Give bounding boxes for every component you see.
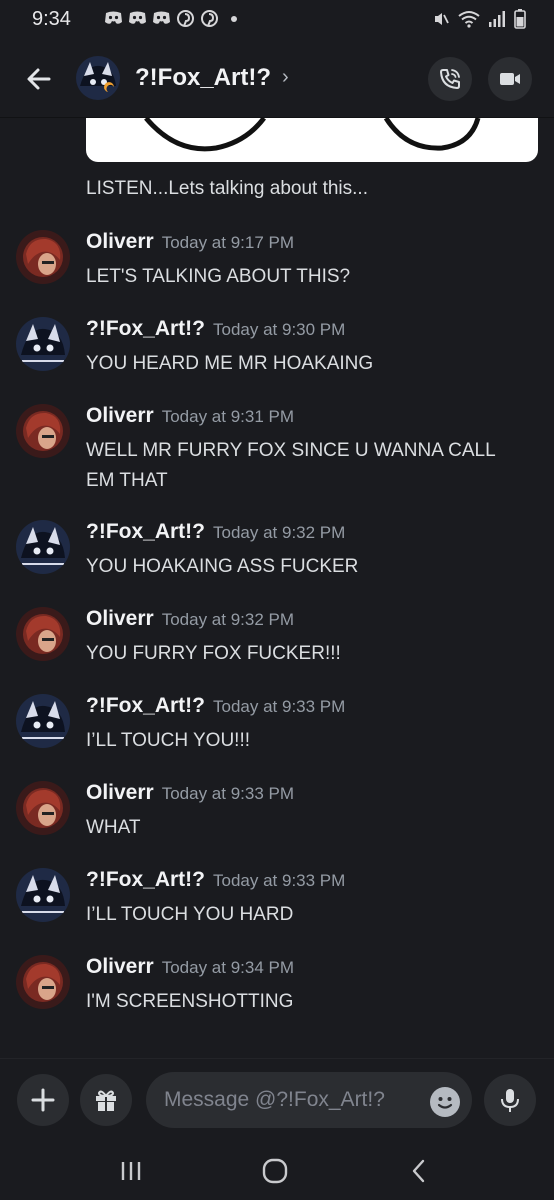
status-right-icons bbox=[432, 9, 526, 34]
message-timestamp: Today at 9:33 PM bbox=[213, 871, 346, 890]
emoji-button[interactable] bbox=[430, 1087, 460, 1117]
pinterest-icon bbox=[200, 10, 219, 28]
chat-header: ?!Fox_Art!? › bbox=[0, 40, 554, 118]
microphone-icon bbox=[501, 1089, 519, 1112]
message-author[interactable]: Oliverr bbox=[86, 781, 154, 804]
message-author[interactable]: Oliverr bbox=[86, 955, 154, 978]
message-author[interactable]: Oliverr bbox=[86, 607, 154, 630]
message-header: Oliverr Today at 9:34 PM bbox=[86, 955, 294, 979]
discord-icon bbox=[104, 10, 123, 28]
discord-icon bbox=[152, 10, 171, 28]
gift-button[interactable] bbox=[80, 1074, 132, 1126]
dot-icon bbox=[224, 10, 243, 28]
gift-icon bbox=[96, 1090, 116, 1111]
avatar[interactable] bbox=[16, 520, 70, 574]
discord-icon bbox=[128, 10, 147, 28]
back-nav-button[interactable] bbox=[402, 1154, 436, 1188]
message-timestamp: Today at 9:31 PM bbox=[161, 407, 295, 426]
home-icon bbox=[262, 1158, 288, 1184]
channel-title[interactable]: ?!Fox_Art!? bbox=[135, 64, 271, 92]
message-text: YOU HOAKAING ASS FUCKER bbox=[86, 556, 359, 577]
message-timestamp: Today at 9:32 PM bbox=[161, 610, 295, 629]
message-author[interactable]: Oliverr bbox=[86, 230, 154, 253]
status-time: 9:34 bbox=[32, 8, 71, 30]
message-author[interactable]: ?!Fox_Art!? bbox=[86, 694, 205, 717]
voice-call-button[interactable] bbox=[428, 57, 472, 101]
mute-icon bbox=[432, 10, 450, 33]
recent-apps-icon bbox=[121, 1162, 141, 1180]
message-input[interactable] bbox=[146, 1072, 472, 1128]
image-attachment[interactable] bbox=[86, 118, 538, 162]
message-text: I’LL TOUCH YOU!!! bbox=[86, 730, 251, 751]
smiley-icon bbox=[437, 1097, 453, 1109]
message-composer bbox=[0, 1058, 554, 1140]
phone-icon bbox=[440, 69, 460, 89]
plus-icon bbox=[31, 1088, 55, 1112]
message-timestamp: Today at 9:33 PM bbox=[161, 784, 295, 803]
message-text: WELL MR FURRY FOX SINCE U WANNA CALL EM … bbox=[86, 440, 495, 491]
add-attachment-button[interactable] bbox=[17, 1074, 69, 1126]
message-text: YOU FURRY FOX FUCKER!!! bbox=[86, 643, 341, 664]
avatar[interactable] bbox=[16, 868, 70, 922]
status-bar: 9:34 bbox=[0, 0, 554, 40]
avatar[interactable] bbox=[16, 230, 70, 284]
message-header: Oliverr Today at 9:17 PM bbox=[86, 230, 294, 254]
back-button[interactable] bbox=[22, 62, 56, 96]
message-text: I'M SCREENSHOTTING bbox=[86, 991, 294, 1012]
pinterest-icon bbox=[176, 10, 195, 28]
signal-icon bbox=[488, 10, 506, 33]
message-author[interactable]: ?!Fox_Art!? bbox=[86, 868, 205, 891]
avatar[interactable] bbox=[16, 607, 70, 661]
message-header: ?!Fox_Art!? Today at 9:33 PM bbox=[86, 694, 345, 718]
avatar[interactable] bbox=[16, 404, 70, 458]
message-timestamp: Today at 9:34 PM bbox=[161, 958, 295, 977]
message-author[interactable]: Oliverr bbox=[86, 404, 154, 427]
home-button[interactable] bbox=[258, 1154, 292, 1188]
message-author[interactable]: ?!Fox_Art!? bbox=[86, 520, 205, 543]
battery-icon bbox=[514, 9, 526, 34]
message-timestamp: Today at 9:33 PM bbox=[213, 697, 346, 716]
message-timestamp: Today at 9:32 PM bbox=[213, 523, 346, 542]
avatar[interactable] bbox=[16, 781, 70, 835]
message-text: LET'S TALKING ABOUT THIS? bbox=[86, 266, 351, 287]
message-author[interactable]: ?!Fox_Art!? bbox=[86, 317, 205, 340]
message-header: ?!Fox_Art!? Today at 9:30 PM bbox=[86, 317, 345, 341]
message-text: YOU HEARD ME MR HOAKAING bbox=[86, 353, 374, 374]
message-header: ?!Fox_Art!? Today at 9:32 PM bbox=[86, 520, 345, 544]
message-header: Oliverr Today at 9:33 PM bbox=[86, 781, 294, 805]
avatar[interactable] bbox=[16, 317, 70, 371]
avatar[interactable] bbox=[76, 56, 120, 100]
arrow-left-icon bbox=[27, 68, 51, 90]
video-call-button[interactable] bbox=[488, 57, 532, 101]
attachment-image bbox=[144, 118, 481, 152]
message-text: I’LL TOUCH YOU HARD bbox=[86, 904, 294, 925]
notification-icons bbox=[104, 10, 243, 28]
avatar[interactable] bbox=[16, 694, 70, 748]
voice-message-button[interactable] bbox=[484, 1074, 536, 1126]
chevron-right-icon[interactable]: › bbox=[282, 66, 289, 89]
wifi-icon bbox=[458, 10, 480, 33]
avatar[interactable] bbox=[16, 955, 70, 1009]
attachment-caption: LISTEN...Lets talking about this... bbox=[86, 178, 368, 199]
message-header: Oliverr Today at 9:32 PM bbox=[86, 607, 294, 631]
system-nav-bar bbox=[0, 1140, 554, 1200]
message-timestamp: Today at 9:17 PM bbox=[161, 233, 295, 252]
message-timestamp: Today at 9:30 PM bbox=[213, 320, 346, 339]
video-camera-icon bbox=[500, 73, 520, 85]
message-text: WHAT bbox=[86, 817, 141, 838]
message-header: ?!Fox_Art!? Today at 9:33 PM bbox=[86, 868, 345, 892]
recent-apps-button[interactable] bbox=[114, 1154, 148, 1188]
chevron-left-icon bbox=[412, 1159, 425, 1183]
message-header: Oliverr Today at 9:31 PM bbox=[86, 404, 294, 428]
